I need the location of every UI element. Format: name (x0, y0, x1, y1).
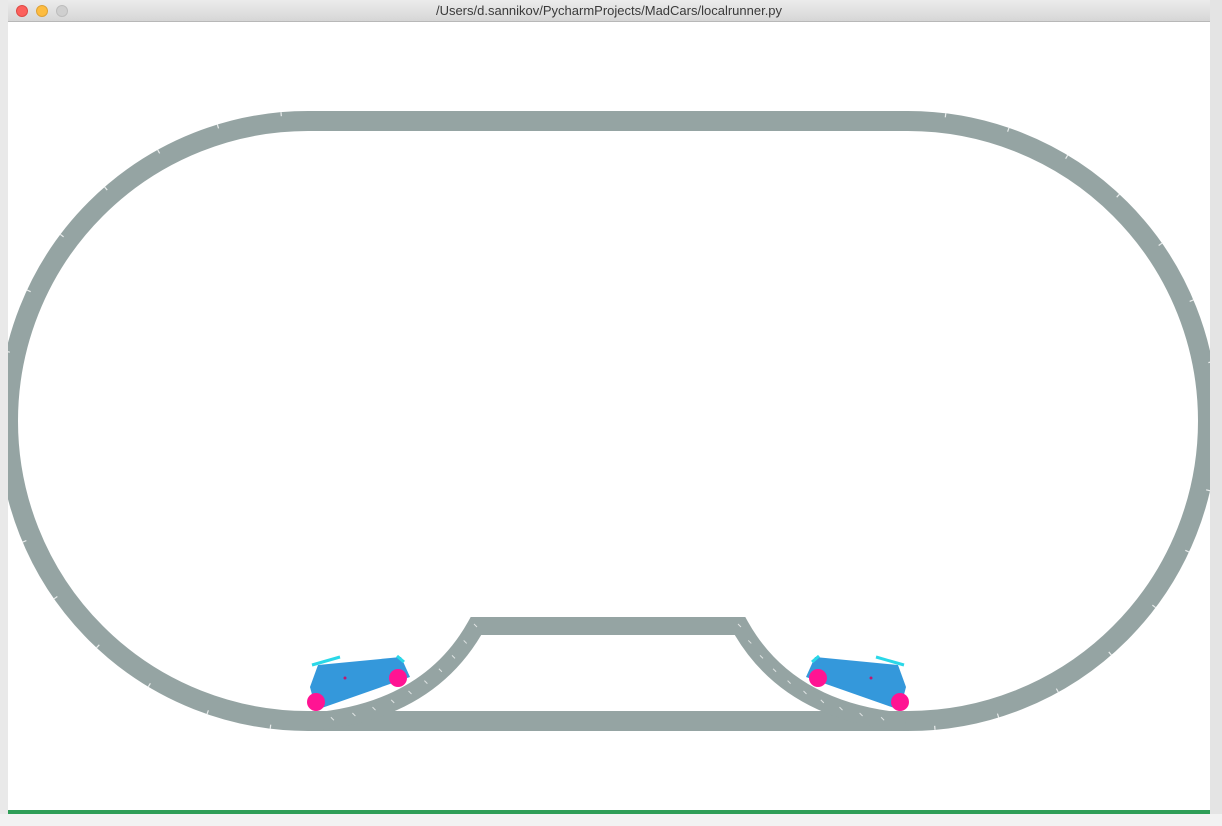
track-tick (1208, 361, 1210, 364)
car-left-center-dot (343, 676, 347, 680)
window-title: /Users/d.sannikov/PycharmProjects/MadCar… (435, 3, 783, 18)
car-right-center-dot (869, 676, 873, 680)
game-canvas[interactable] (8, 22, 1210, 810)
outer-track-ticks (8, 112, 1210, 730)
car-left-rear-wheel (307, 693, 325, 711)
car-left-front-wheel (389, 669, 407, 687)
car-right-front-wheel (809, 669, 827, 687)
window-bottom-edge (0, 814, 1222, 826)
inner-platform-ticks (330, 623, 885, 721)
game-scene (8, 111, 1210, 731)
desktop-background-edge (1210, 0, 1222, 826)
window-titlebar[interactable]: /Users/d.sannikov/PycharmProjects/MadCar… (8, 0, 1210, 22)
car-right-rear-wheel (891, 693, 909, 711)
